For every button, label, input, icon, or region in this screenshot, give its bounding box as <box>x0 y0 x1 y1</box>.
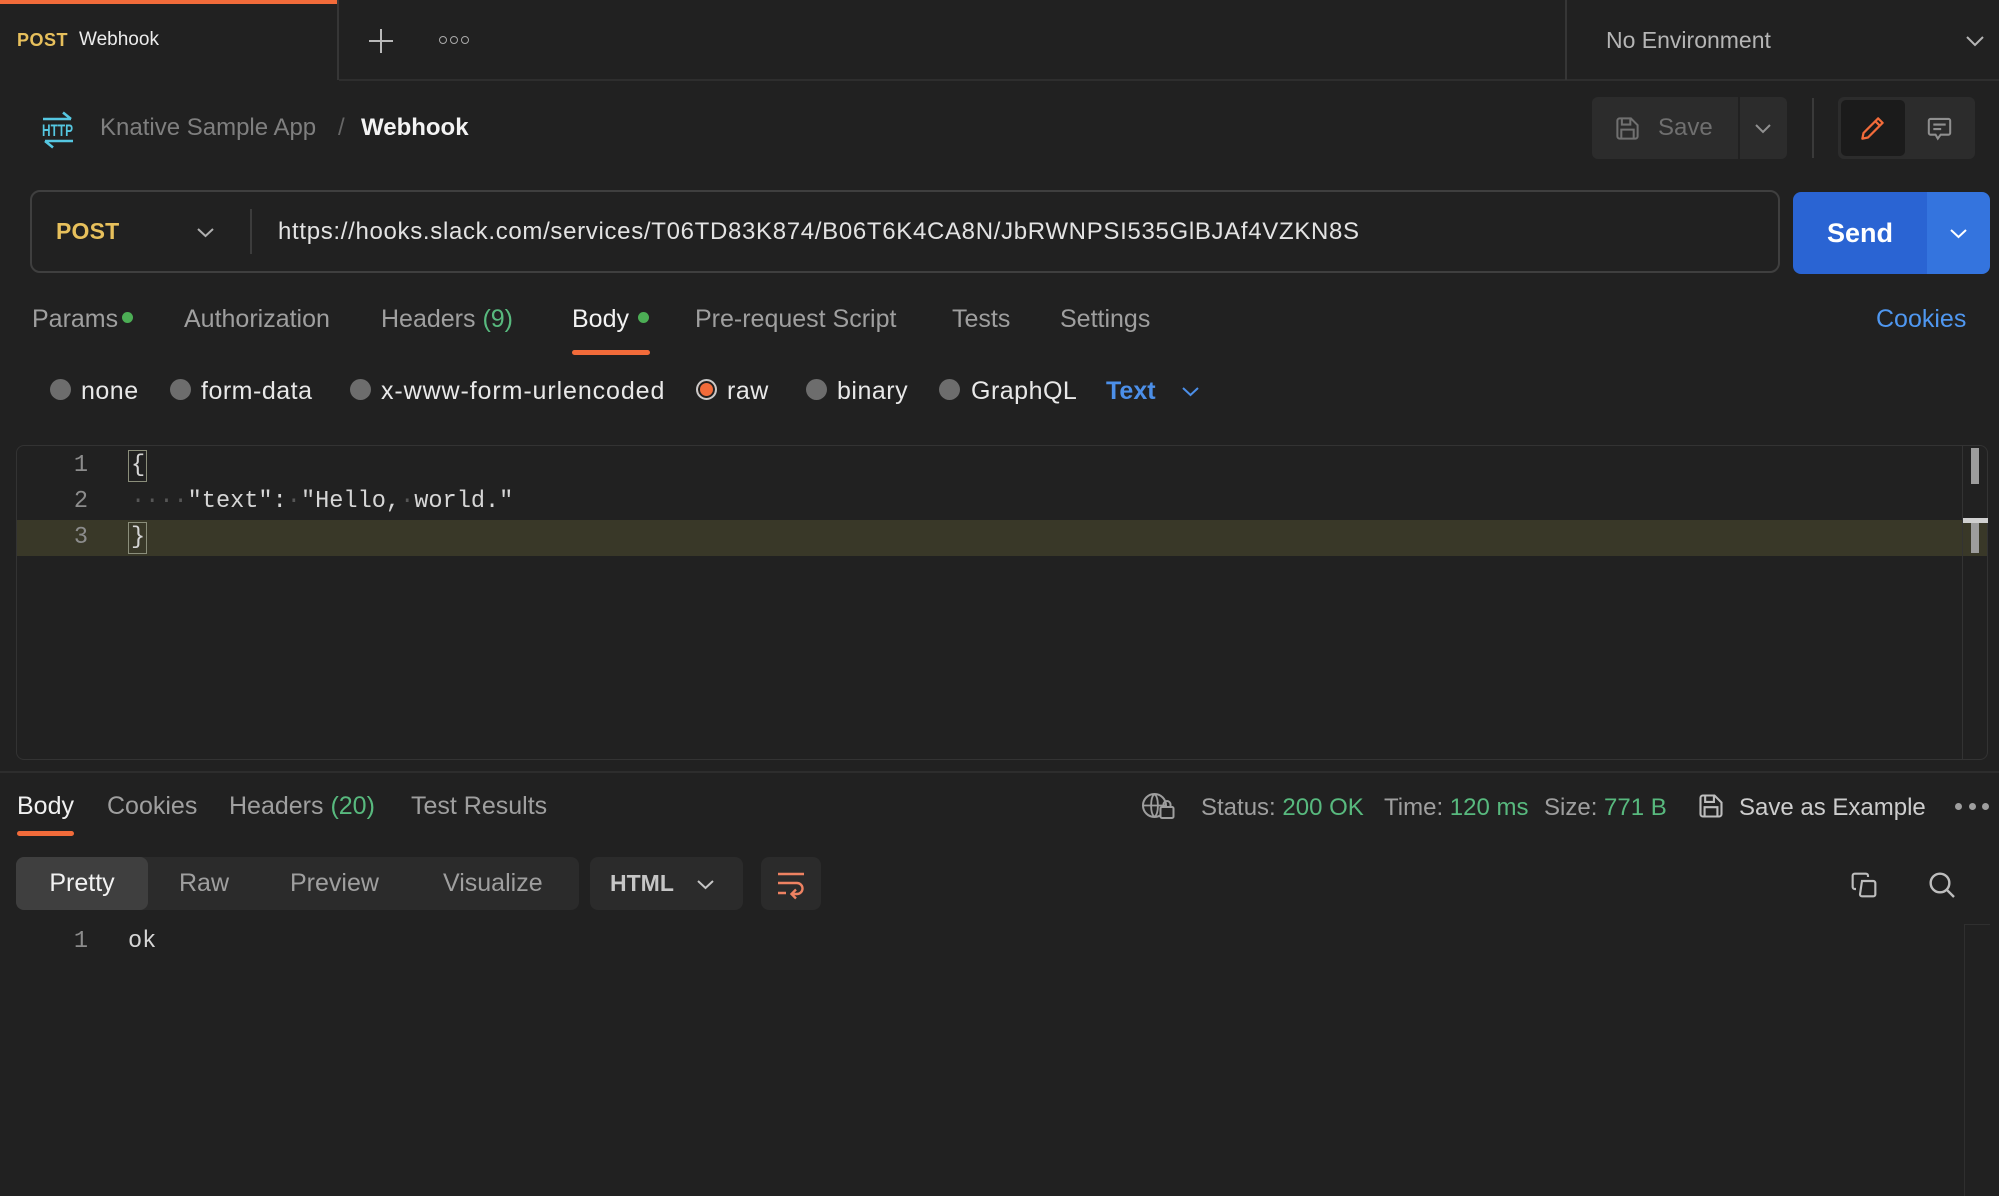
svg-text:HTTP: HTTP <box>42 121 73 140</box>
